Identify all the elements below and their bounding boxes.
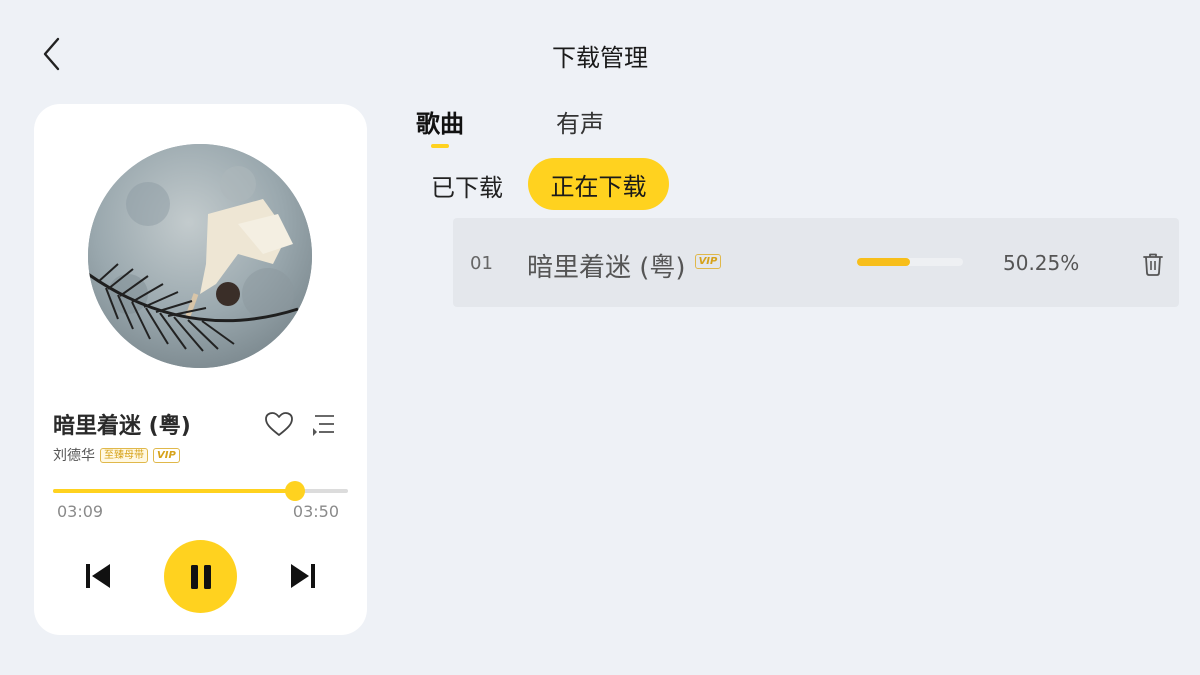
download-progress-fill [857, 258, 911, 266]
playlist-button[interactable] [310, 410, 338, 438]
heart-icon [265, 412, 293, 436]
current-time: 03:09 [57, 502, 104, 521]
skip-previous-icon [86, 564, 110, 588]
play-pause-button[interactable] [164, 540, 237, 613]
playback-progress-bar[interactable] [53, 481, 348, 501]
download-item[interactable]: 01 暗里着迷 (粤) VIP 50.25% [453, 218, 1179, 307]
download-index: 01 [470, 253, 493, 274]
now-playing-title: 暗里着迷 (粤) [53, 414, 191, 439]
tab-audio[interactable]: 有声 [556, 104, 604, 139]
artist-row: 刘德华 至臻母带 VIP [53, 445, 180, 465]
delete-download-button[interactable] [1141, 251, 1165, 277]
artist-name[interactable]: 刘德华 [53, 445, 95, 465]
download-title-row: 暗里着迷 (粤) VIP [527, 247, 722, 284]
skip-next-icon [291, 564, 315, 588]
now-playing-card: 暗里着迷 (粤) 刘德华 至臻母带 VIP 03:09 03:50 [34, 104, 367, 635]
vip-badge: VIP [153, 447, 180, 463]
active-tab-indicator [431, 144, 449, 148]
trash-icon [1143, 253, 1163, 276]
quality-badge: 至臻母带 [100, 447, 148, 463]
page-title: 下载管理 [552, 44, 648, 72]
playlist-icon [313, 415, 334, 436]
album-cover[interactable] [88, 144, 312, 368]
pause-icon [190, 564, 211, 589]
download-title: 暗里着迷 (粤) [527, 253, 686, 283]
like-button[interactable] [264, 410, 294, 438]
playback-progress-thumb[interactable] [284, 481, 305, 501]
download-percent: 50.25% [1003, 251, 1080, 275]
vip-badge: VIP [694, 254, 722, 269]
tab-songs[interactable]: 歌曲 [416, 104, 464, 139]
previous-button[interactable] [82, 560, 114, 592]
subtab-downloading-label: 正在下载 [550, 172, 647, 201]
subtab-downloaded[interactable]: 已下载 [431, 168, 503, 203]
subtab-downloading[interactable]: 正在下载 [528, 158, 669, 210]
total-time: 03:50 [292, 502, 339, 521]
next-button[interactable] [287, 560, 319, 592]
download-manager-page: 下载管理 暗里着迷 (粤) 刘德华 至臻母带 VIP 03:09 03:50 歌… [0, 0, 1200, 675]
download-progress-bar [857, 258, 963, 266]
playback-progress-fill [53, 489, 295, 493]
album-art-image [88, 144, 312, 368]
